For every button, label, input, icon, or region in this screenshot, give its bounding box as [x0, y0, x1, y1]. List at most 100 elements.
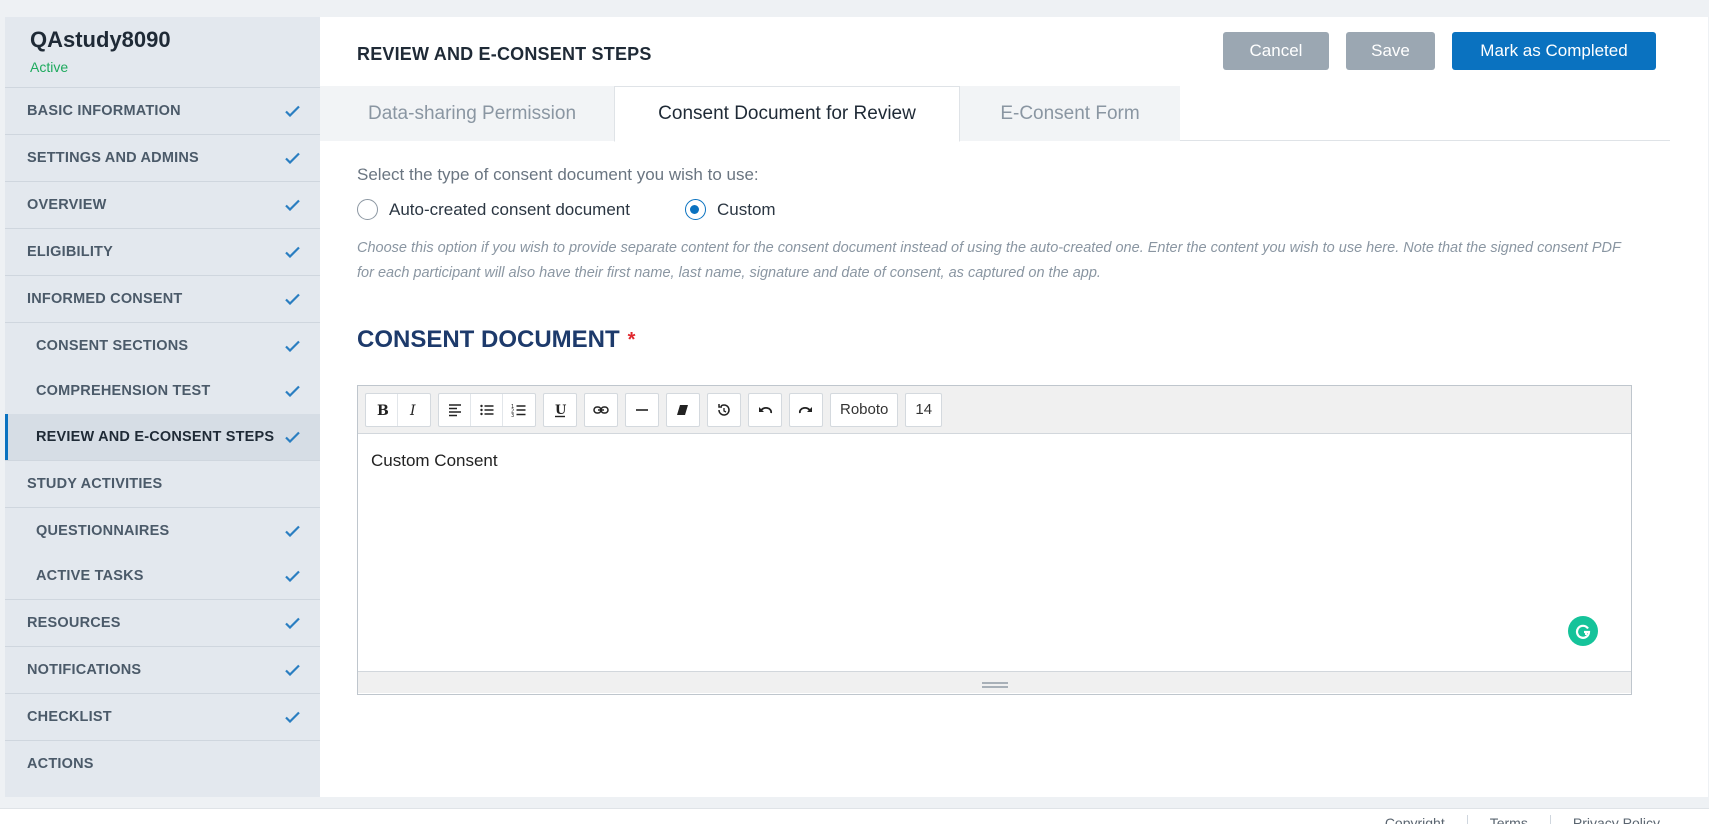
editor-content-area[interactable]: Custom Consent [358, 434, 1631, 671]
check-icon [285, 293, 300, 305]
redo-button[interactable] [790, 394, 822, 426]
sidebar-item-actions[interactable]: ACTIONS [5, 740, 320, 787]
study-header: QAstudy8090 Active [5, 17, 320, 87]
check-icon [285, 617, 300, 629]
grammarly-icon[interactable] [1568, 616, 1598, 646]
sidebar-item-resources[interactable]: RESOURCES [5, 599, 320, 646]
underline-button[interactable]: U [544, 394, 576, 426]
italic-button[interactable]: I [398, 394, 430, 426]
toolbar-group-history [707, 392, 741, 427]
check-icon [285, 246, 300, 258]
save-button[interactable]: Save [1346, 32, 1435, 70]
tab-e-consent-form[interactable]: E-Consent Form [960, 86, 1180, 141]
sidebar-item-label: SETTINGS AND ADMINS [27, 150, 199, 166]
undo-button[interactable] [749, 394, 781, 426]
radio-option-auto-created[interactable]: Auto-created consent document [357, 199, 630, 220]
footer-links: Copyright Terms Privacy Policy [1363, 815, 1682, 824]
toolbar-group-paragraph: 123 [438, 392, 536, 427]
sidebar-item-comprehension-test[interactable]: COMPREHENSION TEST [5, 368, 320, 414]
history-button[interactable] [708, 394, 740, 426]
consent-document-title-text: CONSENT DOCUMENT [357, 326, 620, 353]
study-name: QAstudy8090 [30, 27, 171, 52]
history-icon [718, 403, 730, 416]
main-panel: REVIEW AND E-CONSENT STEPS Cancel Save M… [320, 17, 1708, 797]
sidebar-item-label: STUDY ACTIVITIES [27, 476, 163, 492]
consent-type-question: Select the type of consent document you … [357, 165, 759, 184]
sidebar-item-label: ELIGIBILITY [27, 244, 113, 260]
editor-toolbar: B I 123 U Roboto 14 [358, 386, 1631, 434]
eraser-icon [677, 404, 688, 415]
svg-text:U: U [555, 403, 567, 418]
radio-button-auto-created[interactable] [357, 199, 378, 220]
sidebar-item-label: COMPREHENSION TEST [36, 383, 211, 399]
page-title: REVIEW AND E-CONSENT STEPS [357, 44, 652, 64]
sidebar-item-label: REVIEW AND E-CONSENT STEPS [36, 429, 275, 445]
align-button[interactable] [439, 393, 471, 426]
sidebar-item-active-tasks[interactable]: ACTIVE TASKS [5, 553, 320, 599]
sidebar-item-review-and-e-consent-steps[interactable]: REVIEW AND E-CONSENT STEPS [5, 414, 320, 460]
undo-icon [759, 406, 773, 413]
svg-text:3: 3 [511, 413, 514, 418]
clear-format-button[interactable] [667, 394, 699, 426]
sidebar-item-notifications[interactable]: NOTIFICATIONS [5, 646, 320, 693]
check-icon [285, 525, 300, 537]
sidebar-item-label: INFORMED CONSENT [27, 291, 183, 307]
sidebar-item-questionnaires[interactable]: QUESTIONNAIRES [5, 507, 320, 553]
footer-link-privacy-policy[interactable]: Privacy Policy [1549, 815, 1682, 824]
font-size-dropdown[interactable]: 14 [906, 394, 941, 426]
link-button[interactable] [585, 394, 617, 426]
bold-icon: B [377, 403, 389, 418]
sidebar-item-checklist[interactable]: CHECKLIST [5, 693, 320, 740]
underline-icon: U [555, 403, 567, 418]
toolbar-group-font-name: Roboto [830, 392, 899, 427]
horizontal-rule-button[interactable] [626, 394, 658, 426]
sidebar-item-basic-information[interactable]: BASIC INFORMATION [5, 87, 320, 134]
sidebar-item-label: CONSENT SECTIONS [36, 337, 189, 354]
cancel-button[interactable]: Cancel [1223, 32, 1329, 70]
sidebar-item-label: NOTIFICATIONS [27, 662, 142, 678]
sidebar-item-study-activities[interactable]: STUDY ACTIVITIES [5, 460, 320, 507]
numbered-list-button[interactable]: 123 [503, 394, 535, 426]
tab-data-sharing-permission[interactable]: Data-sharing Permission [320, 86, 614, 141]
sidebar-item-settings-and-admins[interactable]: SETTINGS AND ADMINS [5, 134, 320, 181]
align-left-icon [448, 403, 461, 416]
sidebar-item-overview[interactable]: OVERVIEW [5, 181, 320, 228]
svg-text:I: I [409, 403, 416, 418]
footer-link-terms[interactable]: Terms [1466, 815, 1550, 824]
sidebar-nav: BASIC INFORMATION SETTINGS AND ADMINS OVER… [5, 87, 320, 787]
sidebar-item-label: QUESTIONNAIRES [36, 522, 170, 539]
mark-as-completed-button[interactable]: Mark as Completed [1452, 32, 1656, 70]
check-icon [285, 711, 300, 723]
sidebar-item-consent-sections[interactable]: CONSENT SECTIONS [5, 322, 320, 368]
svg-text:B: B [377, 403, 389, 418]
numbered-list-icon: 123 [511, 404, 526, 418]
bullet-list-button[interactable] [471, 393, 503, 426]
footer: Copyright Terms Privacy Policy [0, 808, 1709, 824]
sidebar-item-informed-consent[interactable]: INFORMED CONSENT [5, 275, 320, 322]
check-icon [285, 570, 300, 582]
sidebar-item-eligibility[interactable]: ELIGIBILITY [5, 228, 320, 275]
italic-icon: I [409, 403, 416, 418]
radio-button-custom[interactable] [684, 199, 706, 220]
sidebar-item-label: OVERVIEW [27, 197, 107, 213]
tab-content: Select the type of consent document you … [357, 165, 1677, 354]
footer-link-copyright[interactable]: Copyright [1363, 815, 1467, 824]
tab-bar: Data-sharing Permission Consent Document… [320, 86, 1670, 142]
radio-label-auto-created: Auto-created consent document [389, 199, 630, 219]
radio-option-custom[interactable]: Custom [684, 199, 776, 220]
redo-icon [798, 406, 812, 413]
toolbar-group-undo [748, 392, 782, 427]
resize-handle-icon[interactable] [982, 682, 1008, 688]
bold-button[interactable]: B [366, 393, 398, 426]
consent-type-help-text: Choose this option if you wish to provid… [357, 240, 1621, 281]
required-mark: * [627, 328, 636, 351]
check-icon [285, 431, 300, 443]
font-name-dropdown[interactable]: Roboto [831, 394, 897, 426]
check-icon [285, 385, 300, 397]
sidebar-item-label: RESOURCES [27, 615, 121, 631]
check-icon [285, 105, 300, 117]
toolbar-group-eraser [666, 392, 700, 427]
main-header: REVIEW AND E-CONSENT STEPS Cancel Save M… [320, 17, 1708, 87]
check-icon [285, 340, 300, 352]
tab-consent-document-for-review[interactable]: Consent Document for Review [614, 86, 960, 142]
